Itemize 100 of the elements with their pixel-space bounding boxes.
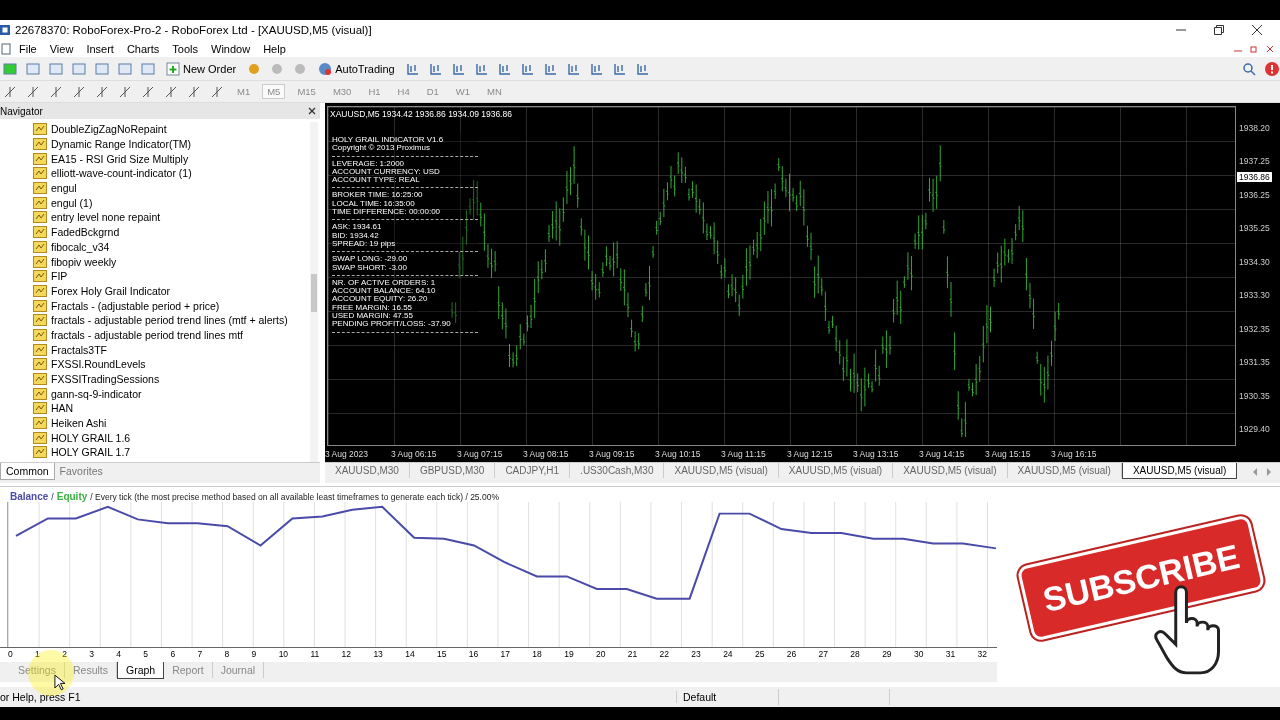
axis-tick-label: 25 [754,649,765,659]
time-label: 3 Aug 09:15 [589,449,636,459]
chart-tab[interactable]: XAUUSD,M5 (visual) [1121,463,1238,479]
chart-tab[interactable]: XAUUSD,M30 [325,463,410,478]
axis-tick-label: 22 [659,649,669,659]
price-label: 1929.40 [1238,423,1271,434]
navigator-item[interactable]: FXSSITradingSessions [51,373,160,386]
axis-tick-label: 2 [62,649,67,659]
tester-tab[interactable]: Graph [116,662,165,679]
navigator-item[interactable]: fibocalc_v34 [51,240,110,253]
chart-tab[interactable]: XAUUSD,M5 (visual) [778,463,894,478]
indicator-icon [33,328,47,341]
chart-header: XAUUSD,M5 1934.42 1936.86 1934.09 1936.86 [330,109,512,119]
navigator-item[interactable]: entry level none repaint [51,211,161,224]
axis-tick-label: 20 [595,649,606,659]
scroll-left-icon[interactable] [1252,468,1258,476]
axis-tick-label: 10 [278,649,289,659]
panel-title: Navigator [0,105,43,117]
axis-tick-label: 28 [850,649,860,659]
axis-tick-label: 17 [500,649,511,659]
axis-tick-label: 14 [405,649,415,659]
navigator-item[interactable]: FXSSI.RoundLevels [51,358,146,371]
axis-tick-label: 6 [170,649,176,659]
indicator-icon [33,284,47,297]
navigator-item[interactable]: fractals - adjustable period trend lines mtf [51,328,243,341]
axis-tick-label: 16 [468,649,479,659]
chart-tab[interactable]: .US30Cash,M30 [570,463,665,478]
indicator-icon [33,196,47,209]
axis-tick-label: 1 [35,649,40,659]
axis-tick-label: 5 [143,649,149,659]
navigator-item[interactable]: Fractals - (adjustable period + price) [51,299,220,312]
chart-tab[interactable]: XAUUSD,M5 (visual) [1007,463,1122,478]
navigator-item[interactable]: engul (1) [51,196,93,209]
navigator-item[interactable]: HOLY GRAIL 1.7 [51,446,131,459]
menu-item[interactable]: Window [207,42,260,55]
panel-tab[interactable]: Favorites [54,463,108,479]
indicator-text: FREE MARGIN: 16.55 [332,303,414,313]
indicator-text: SWAP SHORT: -3.00 [332,263,408,272]
indicator-icon [33,123,47,136]
price-label: 1933.30 [1238,290,1271,301]
navigator-item[interactable]: HAN [51,402,74,415]
autotrading-button[interactable]: AutoTrading [315,60,398,77]
indicator-text: TIME DIFFERENCE: 00:00:00 [332,208,442,217]
chart-tab[interactable]: XAUUSD,M5 (visual) [664,463,779,478]
navigator-item[interactable]: fibopiv weekly [51,255,117,268]
indicator-icon [33,211,47,224]
navigator-item[interactable]: Fractals3TF [51,343,107,356]
price-label: 1936.25 [1238,189,1271,200]
axis-tick-label: 9 [251,649,257,659]
navigator-item[interactable]: fractals - adjustable period trend lines (mtf + alerts) [51,314,288,327]
indicator-icon [33,373,47,386]
indicator-text: LOCAL TIME: 16:35:00 [332,199,416,209]
chart-tab[interactable]: XAUUSD,M5 (visual) [893,463,1008,478]
current-price-label: 1936.86 [1237,172,1272,182]
time-label: 3 Aug 08:15 [523,449,570,459]
new-order-button[interactable]: New Order [163,60,240,77]
navigator-item[interactable]: DoubleZigZagNoRepaint [51,123,167,136]
navigator-item[interactable]: engul [51,182,77,195]
axis-tick-label: 13 [373,649,383,659]
test-description: / Every tick (the most precise method based on all available least timeframes to generate each tick) / 25.00% [90,492,499,502]
window-icon[interactable] [25,60,41,77]
menu-item[interactable]: Tools [168,42,207,55]
axis-tick-label: 29 [882,649,892,659]
timeframe-button[interactable]: M5 [262,84,286,99]
navigator-item[interactable]: EA15 - RSI Grid Size Multiply [51,152,189,165]
search-icon[interactable] [1241,60,1257,77]
scrollbar[interactable] [310,122,318,462]
menu-item[interactable]: View [45,42,83,55]
notification-icon[interactable] [1264,60,1280,77]
window-icon[interactable] [117,60,133,77]
indicator-text: Copyright © 2013 Proximus [332,144,431,153]
indicator-icon [33,270,47,283]
legend-label: Balance [10,491,49,502]
navigator-item[interactable]: FIP [51,270,68,283]
navigator-item[interactable]: gann-sq-9-indicator [51,387,142,400]
scroll-right-icon[interactable] [1266,468,1272,476]
indicator-text: USED MARGIN: 47.55 [332,312,414,321]
close-icon[interactable] [1252,25,1262,35]
navigator-item[interactable]: HOLY GRAIL 1.6 [51,431,131,444]
menu-item[interactable]: File [15,42,46,55]
panel-tab[interactable]: Common [0,463,55,480]
menu-item[interactable]: Charts [122,42,169,55]
navigator-item[interactable]: elliott-wave-count-indicator (1) [51,167,192,180]
axis-tick-label: 11 [310,649,320,659]
navigator-item[interactable]: FadedBckgrnd [51,226,120,239]
indicator-icon [33,417,47,430]
indicator-icon [33,299,47,312]
restore-icon[interactable] [1214,25,1224,35]
indicator-text: LEVERAGE: 1:2000 [332,159,406,168]
chart-tab[interactable]: CADJPY,H1 [495,463,571,478]
time-label: 3 Aug 2023 [325,449,369,459]
navigator-item[interactable]: Dynamic Range Indicator(TM) [51,138,192,151]
navigator-item[interactable]: Heiken Ashi [51,417,107,430]
axis-tick-label: 18 [532,649,542,659]
menu-item[interactable]: Insert [82,42,123,55]
menu-item[interactable]: Help [259,42,295,55]
navigator-item[interactable]: Forex Holy Grail Indicator [51,284,171,297]
close-icon[interactable] [308,107,316,115]
chart-tab[interactable]: GBPUSD,M30 [409,463,496,478]
indicator-icon [33,387,47,400]
